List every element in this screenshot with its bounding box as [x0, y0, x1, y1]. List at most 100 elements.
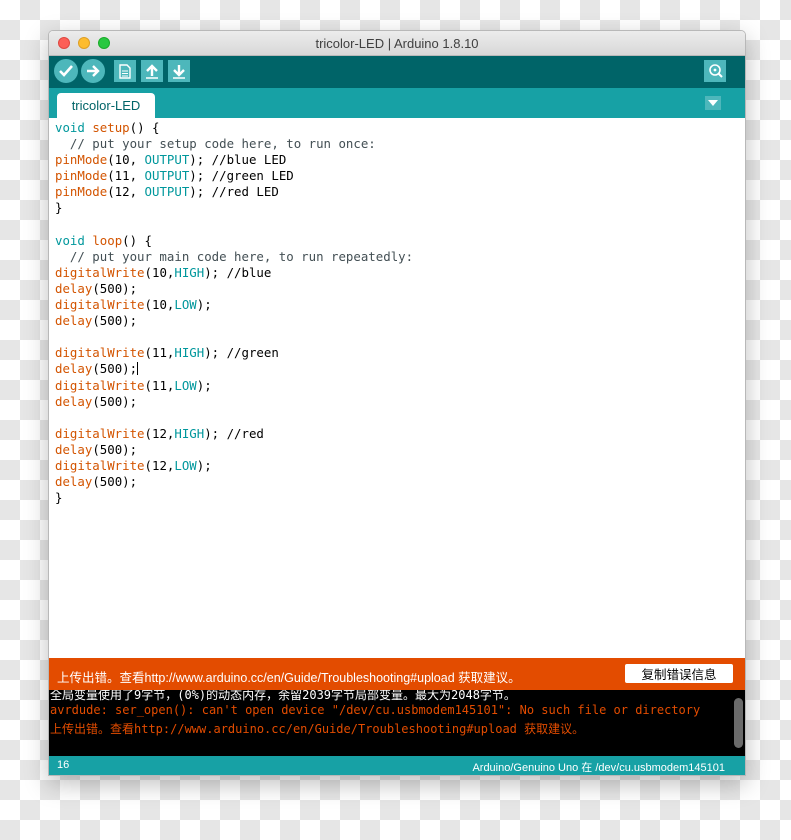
code-token: delay — [55, 393, 93, 409]
code-token: (500); — [92, 313, 138, 329]
code-token: void — [55, 232, 85, 248]
copy-error-button[interactable]: 复制错误信息 — [625, 664, 733, 683]
code-line: void setup() { — [55, 120, 413, 136]
code-token: ); //green — [204, 345, 279, 361]
console-line: 全局变量使用了9字节，(0%)的动态内存，余留2039字节局部变量。最大为204… — [50, 690, 516, 702]
code-line: delay(500); — [55, 281, 413, 297]
code-token: loop — [92, 232, 123, 248]
code-token: pinMode — [55, 152, 108, 168]
code-line: delay(500); — [55, 313, 413, 329]
code-line: digitalWrite(12,HIGH); //red — [55, 426, 413, 442]
code-token: delay — [55, 280, 93, 296]
text-cursor — [137, 362, 139, 376]
code-token: LOW — [174, 377, 197, 393]
arduino-ide-window: tricolor-LED | Arduino 1.8.10 tricolor-L… — [48, 30, 746, 776]
code-token: OUTPUT — [144, 152, 190, 168]
triangle-down-icon — [708, 100, 718, 106]
code-token: (500); — [92, 361, 138, 377]
code-editor[interactable]: void setup() { // put your setup code he… — [49, 118, 745, 658]
code-token: (500); — [92, 393, 138, 409]
code-token: digitalWrite — [55, 377, 145, 393]
code-line: // put your setup code here, to run once… — [55, 136, 413, 152]
code-token: HIGH — [174, 345, 205, 361]
code-token: ); — [196, 377, 212, 393]
code-token: delay — [55, 441, 93, 457]
code-token: delay — [55, 474, 93, 490]
code-token: OUTPUT — [144, 168, 190, 184]
code-token: () { — [122, 232, 152, 248]
line-number: 16 — [57, 759, 70, 771]
code-token: } — [55, 200, 63, 216]
code-token: digitalWrite — [55, 264, 145, 280]
code-token: digitalWrite — [55, 297, 145, 313]
code-line: digitalWrite(11,HIGH); //green — [55, 345, 413, 361]
code-token: // put your setup code here, to run once… — [55, 136, 376, 152]
code-token: () { — [129, 120, 160, 135]
code-token: (12, — [107, 184, 145, 200]
code-line: } — [55, 200, 413, 216]
code-token: (12, — [144, 457, 175, 473]
document-icon — [119, 63, 131, 79]
arrow-right-icon — [87, 65, 100, 77]
code-line: delay(500); — [55, 361, 413, 377]
console-output[interactable]: 全局变量使用了9字节，(0%)的动态内存，余留2039字节局部变量。最大为204… — [49, 690, 745, 756]
code-token: (11, — [107, 168, 145, 184]
code-token: digitalWrite — [55, 457, 145, 473]
checkmark-icon — [59, 65, 73, 77]
code-line: // put your main code here, to run repea… — [55, 249, 413, 265]
console-line: avrdude: ser_open(): can't open device "… — [50, 703, 701, 717]
code-token: ); — [196, 457, 212, 473]
code-line: delay(500); — [55, 474, 413, 490]
tab-bar: tricolor-LED — [49, 88, 745, 118]
code-token: ); //green LED — [189, 168, 294, 184]
code-line: digitalWrite(10,HIGH); //blue — [55, 265, 413, 281]
code-token: (11, — [144, 345, 175, 361]
code-token: (10, — [107, 152, 145, 168]
code-token: ); //red LED — [189, 184, 279, 200]
tab-menu-button[interactable] — [705, 96, 721, 110]
code-token: delay — [55, 313, 93, 329]
new-sketch-button[interactable] — [114, 60, 136, 82]
code-token: // put your main code here, to run repea… — [55, 248, 414, 264]
open-sketch-button[interactable] — [141, 60, 163, 82]
console-line: 上传出错。查看http://www.arduino.cc/en/Guide/Tr… — [50, 722, 585, 736]
code-token: ); //blue — [204, 264, 272, 280]
upload-button[interactable] — [81, 59, 105, 83]
arrow-up-icon — [146, 63, 158, 79]
code-token: (12, — [144, 425, 175, 441]
code-line: digitalWrite(11,LOW); — [55, 378, 413, 394]
tab-tricolor-led[interactable]: tricolor-LED — [57, 93, 155, 118]
code-line: digitalWrite(12,LOW); — [55, 458, 413, 474]
code-token: (500); — [92, 441, 138, 457]
code-token: (11, — [144, 377, 175, 393]
code-token: void — [55, 120, 85, 135]
window-title: tricolor-LED | Arduino 1.8.10 — [315, 36, 479, 51]
code-token: pinMode — [55, 168, 108, 184]
code-token: delay — [55, 361, 93, 377]
code-token: (10, — [144, 264, 175, 280]
serial-monitor-button[interactable] — [704, 60, 726, 82]
title-bar: tricolor-LED | Arduino 1.8.10 — [49, 31, 745, 56]
code-line: pinMode(11, OUTPUT); //green LED — [55, 168, 413, 184]
code-token: (500); — [92, 474, 138, 490]
console-scrollbar[interactable] — [734, 698, 743, 748]
code-token: (10, — [144, 297, 175, 313]
status-bar: 16 Arduino/Genuino Uno 在 /dev/cu.usbmode… — [49, 756, 745, 775]
arrow-down-icon — [173, 64, 185, 79]
code-text: void setup() { // put your setup code he… — [55, 120, 413, 506]
verify-button[interactable] — [54, 59, 78, 83]
code-line: delay(500); — [55, 394, 413, 410]
code-token: setup — [92, 120, 130, 135]
error-bar: 上传出错。查看http://www.arduino.cc/en/Guide/Tr… — [49, 658, 745, 690]
code-token: ); //red — [204, 425, 264, 441]
code-token: } — [55, 490, 63, 506]
magnifier-icon — [709, 64, 723, 78]
code-token: HIGH — [174, 264, 205, 280]
save-sketch-button[interactable] — [168, 60, 190, 82]
board-port-info: Arduino/Genuino Uno 在 /dev/cu.usbmodem14… — [472, 762, 725, 774]
code-token: digitalWrite — [55, 345, 145, 361]
code-token: LOW — [174, 457, 197, 473]
code-token: OUTPUT — [144, 184, 190, 200]
